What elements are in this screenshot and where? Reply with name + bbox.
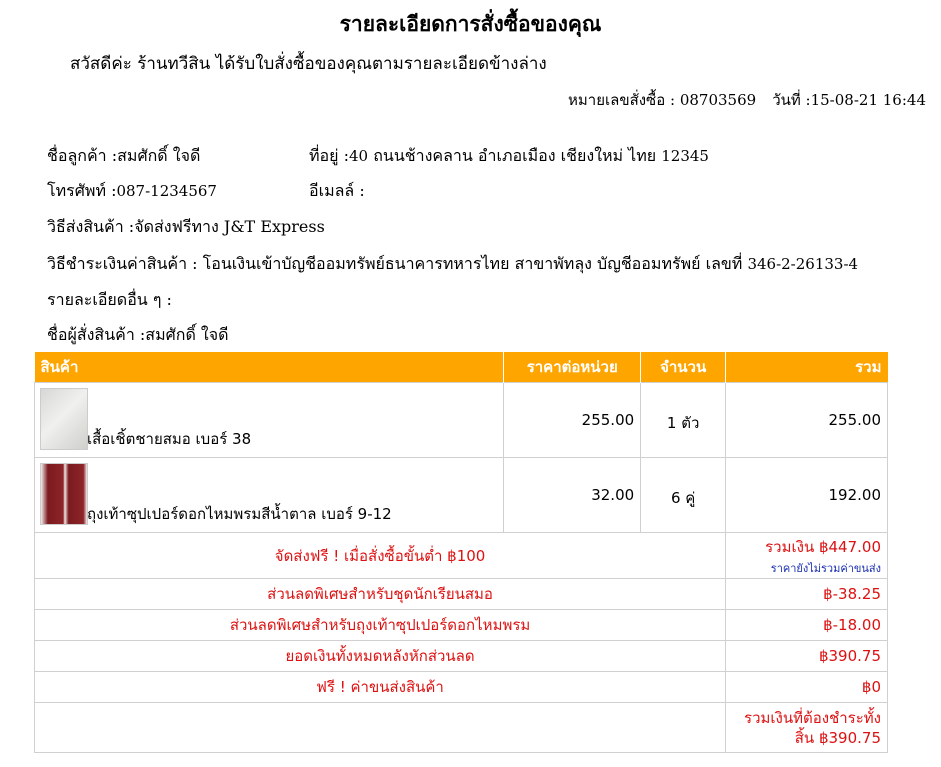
customer-name-label: ชื่อลูกค้า : bbox=[47, 146, 118, 165]
customer-phone-row: โทรศัพท์ :087-1234567 bbox=[47, 179, 217, 204]
unit-price: 255.00 bbox=[503, 382, 642, 458]
order-info: หมายเลขสั่งซื้อ : 08703569 วันที่ :15-08-… bbox=[568, 88, 926, 112]
order-items-table: สินค้า ราคาต่อหน่วย จำนวน รวม เสื้อเชิ้ต… bbox=[33, 352, 888, 753]
customer-phone-label: โทรศัพท์ : bbox=[47, 181, 117, 200]
customer-name-row: ชื่อลูกค้า :สมศักดิ์ ใจดี bbox=[47, 144, 200, 169]
customer-address-row: ที่อยู่ :40 ถนนช้างคลาน อำเภอเมือง เชียง… bbox=[309, 144, 709, 169]
product-image-socks[interactable] bbox=[40, 463, 88, 525]
subtotal-cell: รวมเงิน ฿447.00 ราคายังไม่รวมค่าขนส่ง bbox=[725, 532, 888, 579]
subtotal-note: ราคายังไม่รวมค่าขนส่ง bbox=[770, 561, 881, 575]
product-name[interactable]: ถุงเท้าซุปเปอร์ดอกไหมพรมสีน้ำตาล เบอร์ 9… bbox=[87, 502, 392, 526]
greeting-text: สวัสดีค่ะ ร้านทวีสิน ได้รับใบสั่งซื้อของ… bbox=[70, 54, 547, 74]
line-total: 255.00 bbox=[725, 382, 888, 458]
product-name[interactable]: เสื้อเชิ้ตชายสมอ เบอร์ 38 bbox=[87, 427, 251, 451]
page-title: รายละเอียดการสั่งซื้อของคุณ bbox=[339, 11, 602, 36]
order-date: 15-08-21 16:44 bbox=[810, 91, 926, 109]
header-unit-price: ราคาต่อหน่วย bbox=[503, 352, 642, 383]
customer-postcode: 12345 bbox=[661, 147, 709, 165]
product-image-shirt[interactable] bbox=[40, 388, 88, 450]
subtotal: รวมเงิน ฿447.00 bbox=[765, 537, 881, 556]
order-number: 08703569 bbox=[679, 91, 757, 109]
shipping-cost-value: ฿0 bbox=[725, 671, 888, 703]
after-discount-label: ยอดเงินทั้งหมดหลังหักส่วนลด bbox=[33, 640, 727, 672]
summary-subtotal-row: จัดส่งฟรี ! เมื่อสั่งซื้อขั้นต่ำ ฿100 รว… bbox=[33, 532, 888, 579]
summary-discount-row: ส่วนลดพิเศษสำหรับถุงเท้าซุปเปอร์ดอกไหมพร… bbox=[33, 609, 888, 641]
grand-total-spacer bbox=[33, 702, 727, 753]
customer-phone: 087-1234567 bbox=[116, 182, 217, 200]
unit-price: 32.00 bbox=[503, 457, 642, 533]
customer-email-row: อีเมลล์ : bbox=[309, 179, 365, 204]
quantity: 6 คู่ bbox=[640, 457, 727, 533]
customer-address-label: ที่อยู่ : bbox=[309, 146, 350, 165]
after-discount-value: ฿390.75 bbox=[725, 640, 888, 672]
customer-name: สมศักดิ์ ใจดี bbox=[117, 146, 201, 165]
shipping-method: จัดส่งฟรีทาง J&T Express bbox=[134, 217, 325, 236]
discount-label: ส่วนลดพิเศษสำหรับชุดนักเรียนสมอ bbox=[33, 578, 727, 610]
table-row: ถุงเท้าซุปเปอร์ดอกไหมพรมสีน้ำตาล เบอร์ 9… bbox=[33, 457, 888, 533]
order-date-label: วันที่ : bbox=[772, 91, 811, 109]
orderer-name: สมศักดิ์ ใจดี bbox=[145, 325, 229, 344]
summary-grand-total-row: รวมเงินที่ต้องชำระทั้งสิ้น ฿390.75 bbox=[33, 702, 888, 753]
summary-shipping-row: ฟรี ! ค่าขนส่งสินค้า ฿0 bbox=[33, 671, 888, 703]
orderer-row: ชื่อผู้สั่งสินค้า :สมศักดิ์ ใจดี bbox=[47, 323, 229, 348]
other-details-label: รายละเอียดอื่น ๆ : bbox=[47, 290, 172, 309]
customer-address: ถนนช้างคลาน อำเภอเมือง เชียงใหม่ ไทย bbox=[368, 146, 662, 165]
orderer-label: ชื่อผู้สั่งสินค้า : bbox=[47, 325, 146, 344]
product-cell: ถุงเท้าซุปเปอร์ดอกไหมพรมสีน้ำตาล เบอร์ 9… bbox=[33, 457, 505, 533]
shipping-cost-label: ฟรี ! ค่าขนส่งสินค้า bbox=[33, 671, 727, 703]
product-cell: เสื้อเชิ้ตชายสมอ เบอร์ 38 bbox=[33, 382, 505, 458]
payment-account-number: 346-2-26133-4 bbox=[747, 255, 859, 273]
summary-discount-row: ส่วนลดพิเศษสำหรับชุดนักเรียนสมอ ฿-38.25 bbox=[33, 578, 888, 610]
header-total: รวม bbox=[725, 352, 888, 383]
table-row: เสื้อเชิ้ตชายสมอ เบอร์ 38 255.00 1 ตัว 2… bbox=[33, 382, 888, 458]
discount-value: ฿-38.25 bbox=[725, 578, 888, 610]
shipping-label: วิธีส่งสินค้า : bbox=[47, 217, 135, 236]
table-header-row: สินค้า ราคาต่อหน่วย จำนวน รวม bbox=[34, 352, 888, 383]
customer-address-number: 40 bbox=[349, 147, 369, 165]
other-details-row: รายละเอียดอื่น ๆ : bbox=[47, 288, 172, 313]
header-product: สินค้า bbox=[34, 352, 505, 383]
quantity: 1 ตัว bbox=[640, 382, 727, 458]
grand-total: รวมเงินที่ต้องชำระทั้งสิ้น ฿390.75 bbox=[725, 702, 888, 753]
payment-row: วิธีชำระเงินค่าสินค้า : โอนเงินเข้าบัญชี… bbox=[47, 252, 858, 277]
payment-label: วิธีชำระเงินค่าสินค้า : bbox=[47, 254, 203, 273]
customer-email-label: อีเมลล์ : bbox=[309, 181, 365, 200]
free-shipping-note: จัดส่งฟรี ! เมื่อสั่งซื้อขั้นต่ำ ฿100 bbox=[33, 532, 727, 579]
discount-value: ฿-18.00 bbox=[725, 609, 888, 641]
header-quantity: จำนวน bbox=[640, 352, 727, 383]
summary-after-discount-row: ยอดเงินทั้งหมดหลังหักส่วนลด ฿390.75 bbox=[33, 640, 888, 672]
discount-label: ส่วนลดพิเศษสำหรับถุงเท้าซุปเปอร์ดอกไหมพร… bbox=[33, 609, 727, 641]
line-total: 192.00 bbox=[725, 457, 888, 533]
order-number-label: หมายเลขสั่งซื้อ : bbox=[568, 91, 680, 109]
shipping-row: วิธีส่งสินค้า :จัดส่งฟรีทาง J&T Express bbox=[47, 215, 325, 240]
payment-method: โอนเงินเข้าบัญชีออมทรัพย์ธนาคารทหารไทย ส… bbox=[202, 254, 748, 273]
